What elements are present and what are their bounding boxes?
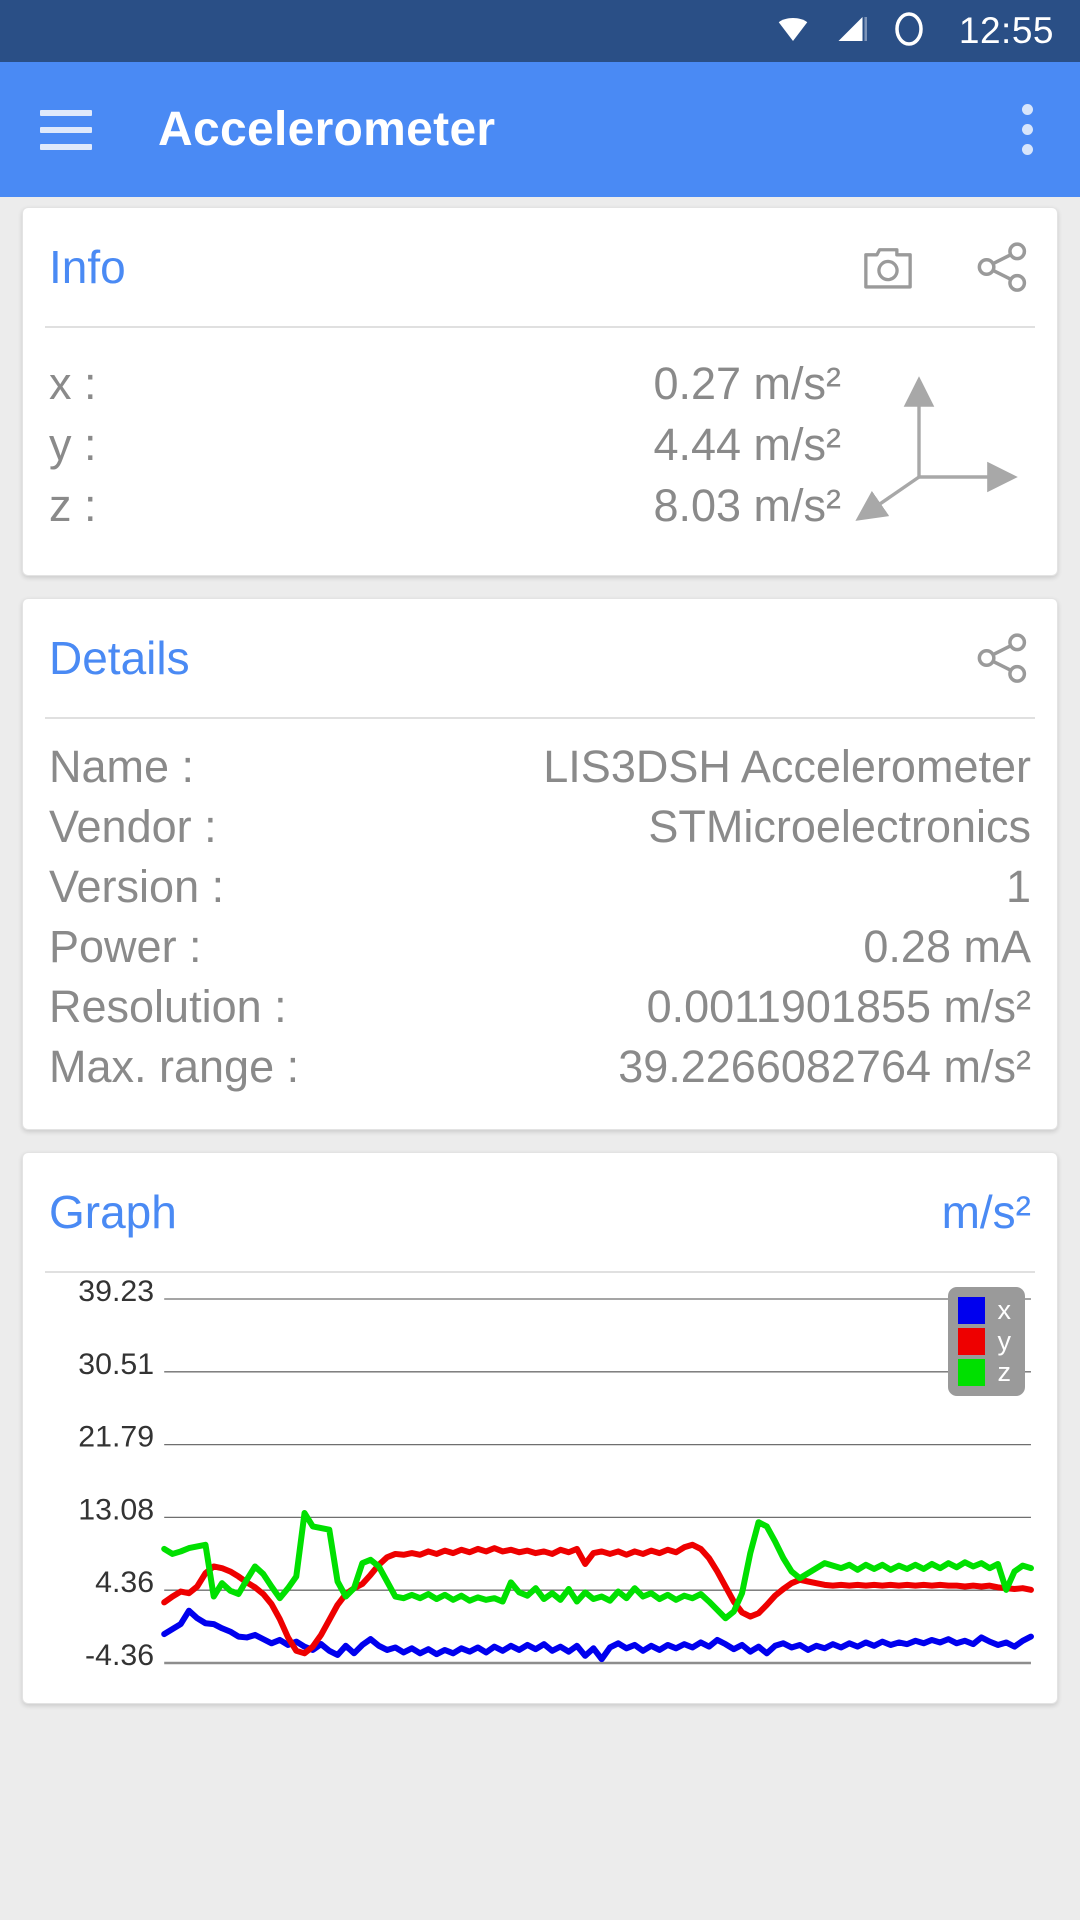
- details-row-max-range: Max. range : 39.2266082764 m/s²: [49, 1041, 1031, 1101]
- info-row-y: y : 4.44 m/s²: [49, 419, 841, 480]
- overflow-menu-icon[interactable]: [1020, 104, 1034, 155]
- legend-label-z: z: [997, 1357, 1012, 1387]
- info-card-body: x : 0.27 m/s² y : 4.44 m/s² z : 8.03 m/s…: [49, 328, 1031, 575]
- info-card-actions: [857, 239, 1031, 295]
- details-card-title: Details: [49, 632, 190, 684]
- details-row-power-label: Power :: [49, 921, 202, 972]
- chart-y-tick-label: 4.36: [95, 1566, 154, 1599]
- status-bar: 12:55: [0, 0, 1080, 62]
- details-card-actions: [973, 630, 1031, 686]
- info-card: Info x: 0.27 m/s² y: 4.44 m/s² z: 8.0…: [22, 207, 1058, 576]
- details-row-version: Version : 1: [49, 861, 1031, 921]
- hamburger-menu-icon[interactable]: [40, 109, 92, 150]
- info-row-z-value: 8.03 m/s²: [653, 480, 841, 531]
- chart-canvas: 39.23 30.51 21.79 13.08 4.36 -4.36: [78, 1275, 1035, 1672]
- info-values-list: x : 0.27 m/s² y : 4.44 m/s² z : 8.03 m/s…: [49, 358, 841, 541]
- legend-label-x: x: [997, 1295, 1012, 1325]
- info-row-y-label: y :: [49, 419, 97, 470]
- page-title: Accelerometer: [158, 103, 496, 156]
- info-row-x-value: 0.27 m/s²: [653, 358, 841, 409]
- chart-series-z: [164, 1513, 1031, 1618]
- details-row-name: Name : LIS3DSH Accelerometer: [49, 741, 1031, 801]
- app-bar: Accelerometer: [0, 62, 1080, 197]
- details-row-name-value: LIS3DSH Accelerometer: [543, 741, 1031, 792]
- chart-y-tick-label: 13.08: [78, 1493, 154, 1526]
- graph-card-unit: m/s²: [941, 1186, 1031, 1238]
- status-bar-clock: 12:55: [958, 10, 1054, 51]
- details-row-resolution-value: 0.0011901855 m/s²: [646, 981, 1031, 1032]
- details-row-name-label: Name :: [49, 741, 195, 792]
- share-icon[interactable]: [973, 630, 1031, 686]
- chart-y-tick-label: -4.36: [85, 1639, 154, 1672]
- info-row-z: z : 8.03 m/s²: [49, 480, 841, 541]
- details-row-resolution-label: Resolution :: [49, 981, 287, 1032]
- legend-item-x: x: [957, 1295, 1012, 1325]
- details-row-vendor-label: Vendor :: [49, 801, 217, 852]
- details-row-vendor-value: STMicroelectronics: [648, 801, 1031, 852]
- details-row-max-range-label: Max. range :: [49, 1041, 300, 1092]
- signal-icon: [831, 11, 873, 52]
- status-bar-icons: 12:55: [771, 9, 1054, 54]
- details-card-body: Name : LIS3DSH Accelerometer Vendor : ST…: [49, 719, 1031, 1129]
- info-row-y-value: 4.44 m/s²: [653, 419, 841, 470]
- legend-item-z: z: [957, 1357, 1012, 1387]
- chart-y-tick-label: 30.51: [78, 1348, 154, 1381]
- legend-swatch-x: [957, 1297, 985, 1324]
- chart-y-tick-label: 21.79: [78, 1421, 154, 1454]
- info-row-x-label: x :: [49, 358, 97, 409]
- details-card-header: Details: [49, 599, 1031, 717]
- chart-legend: x y z: [947, 1287, 1025, 1396]
- content-scroll-area[interactable]: Info x: 0.27 m/s² y: 4.44 m/s² z: 8.0…: [0, 197, 1080, 1704]
- info-card-title: Info: [49, 241, 126, 293]
- details-row-version-label: Version :: [49, 861, 225, 912]
- details-row-version-value: 1: [1005, 861, 1031, 912]
- wifi-icon: [771, 11, 815, 52]
- graph-card-title: Graph: [49, 1186, 177, 1238]
- chart-y-tick-label: 39.23: [78, 1275, 154, 1308]
- details-row-max-range-value: 39.2266082764 m/s²: [618, 1041, 1031, 1092]
- graph-card-header: Graph m/s²: [49, 1153, 1031, 1271]
- legend-item-y: y: [957, 1326, 1012, 1356]
- details-row-resolution: Resolution : 0.0011901855 m/s²: [49, 981, 1031, 1041]
- info-card-header: Info: [49, 208, 1031, 326]
- info-row-x: x : 0.27 m/s²: [49, 358, 841, 419]
- legend-swatch-y: [957, 1328, 985, 1355]
- sensor-line-chart[interactable]: 39.23 30.51 21.79 13.08 4.36 -4.36 x y z: [45, 1273, 1035, 1703]
- graph-card: Graph m/s² 39.23 30.51 21.79 13.08 4.36 -4.36…: [22, 1152, 1058, 1704]
- camera-icon[interactable]: [857, 240, 919, 294]
- info-row-z-label: z :: [49, 480, 97, 531]
- share-icon[interactable]: [973, 239, 1031, 295]
- xyz-axes-icon: [841, 358, 1031, 541]
- details-card: Details Name : LIS3DSH Accelerometer Ven…: [22, 598, 1058, 1130]
- details-row-power: Power : 0.28 mA: [49, 921, 1031, 981]
- details-row-vendor: Vendor : STMicroelectronics: [49, 801, 1031, 861]
- details-row-power-value: 0.28 mA: [863, 921, 1031, 972]
- legend-label-y: y: [997, 1326, 1012, 1356]
- legend-swatch-z: [957, 1359, 985, 1386]
- circle-icon: [889, 9, 929, 54]
